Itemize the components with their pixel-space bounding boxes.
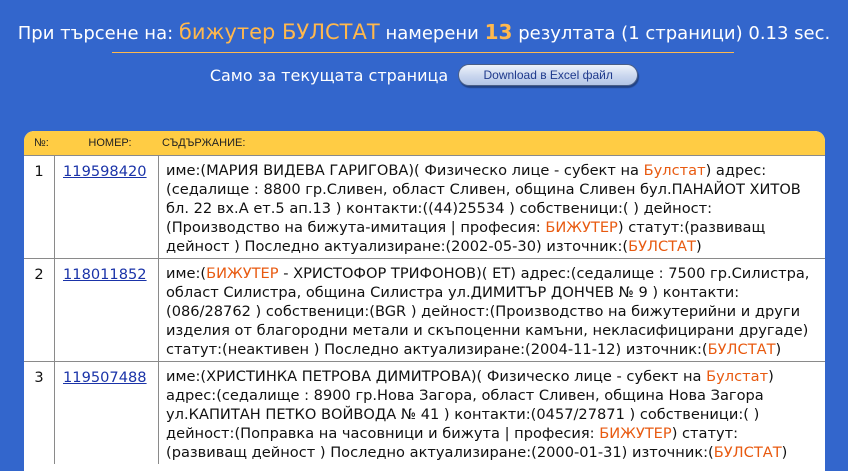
content-text: име:( xyxy=(166,265,207,282)
table-row: 2 118011852 име:(БИЖУТЕР - ХРИСТОФОР ТРИФО… xyxy=(24,258,825,361)
results-table-header: №: НОМЕР: СЪДЪРЖАНИЕ: xyxy=(24,131,825,155)
search-query: бижутер БУЛСТАТ xyxy=(178,20,380,44)
summary-found-label: намерени xyxy=(385,23,479,44)
header-content: СЪДЪРЖАНИЕ: xyxy=(162,137,246,149)
summary-suffix: резултата (1 страници) 0.13 sec. xyxy=(518,23,831,44)
summary-prefix: При търсене на: xyxy=(17,23,174,44)
content-text: ) xyxy=(781,444,788,461)
row-index: 3 xyxy=(24,362,55,464)
row-index: 1 xyxy=(24,156,55,258)
table-row: 1 119598420 име:(МАРИЯ ВИДЕВА ГАРИГОВА)( Ф… xyxy=(24,155,825,258)
row-content: име:(МАРИЯ ВИДЕВА ГАРИГОВА)( Физическо л… xyxy=(159,156,825,258)
results-rows: 1 119598420 име:(МАРИЯ ВИДЕВА ГАРИГОВА)( Ф… xyxy=(24,155,825,464)
record-number-link[interactable]: 119507488 xyxy=(63,369,147,386)
content-text: име:(ХРИСТИНКА ПЕТРОВА ДИМИТРОВА)( Физич… xyxy=(166,368,707,385)
row-number-cell: 119507488 xyxy=(55,362,159,464)
summary-divider xyxy=(112,52,734,53)
highlighted-term: БИЖУТЕР xyxy=(545,219,618,236)
row-index: 2 xyxy=(24,259,55,361)
highlighted-term: БУЛСТАТ xyxy=(713,444,782,461)
export-line: Само за текущата страница Download в Exc… xyxy=(0,64,848,86)
record-number-link[interactable]: 119598420 xyxy=(63,163,147,180)
content-text: ) xyxy=(695,238,702,255)
highlighted-term: БИЖУТЕР xyxy=(599,425,672,442)
content-text: ) xyxy=(775,341,782,358)
content-text: име:(МАРИЯ ВИДЕВА ГАРИГОВА)( Физическо л… xyxy=(166,162,644,179)
current-page-only-label: Само за текущата страница xyxy=(209,65,449,85)
row-number-cell: 118011852 xyxy=(55,259,159,361)
result-count: 13 xyxy=(484,20,513,44)
highlighted-term: Булстат xyxy=(706,368,769,385)
table-row: 3 119507488 име:(ХРИСТИНКА ПЕТРОВА ДИМИТРО… xyxy=(24,361,825,464)
highlighted-term: БИЖУТЕР xyxy=(206,265,279,282)
header-number: НОМЕР: xyxy=(88,137,132,149)
record-number-link[interactable]: 118011852 xyxy=(63,266,147,283)
row-number-cell: 119598420 xyxy=(55,156,159,258)
highlighted-term: БУЛСТАТ xyxy=(707,341,776,358)
row-content: име:(ХРИСТИНКА ПЕТРОВА ДИМИТРОВА)( Физич… xyxy=(159,362,825,464)
download-excel-button[interactable]: Download в Excel файл xyxy=(458,64,639,86)
search-summary: При търсене на: бижутер БУЛСТАТ намерени… xyxy=(0,20,848,44)
highlighted-term: БУЛСТАТ xyxy=(628,238,696,255)
results-table: №: НОМЕР: СЪДЪРЖАНИЕ: 1 119598420 име:(МАР… xyxy=(24,131,825,471)
row-content: име:(БИЖУТЕР - ХРИСТОФОР ТРИФОНОВ)( ЕТ) … xyxy=(159,259,825,361)
highlighted-term: Булстат xyxy=(643,162,706,179)
header-no: №: xyxy=(34,137,49,149)
